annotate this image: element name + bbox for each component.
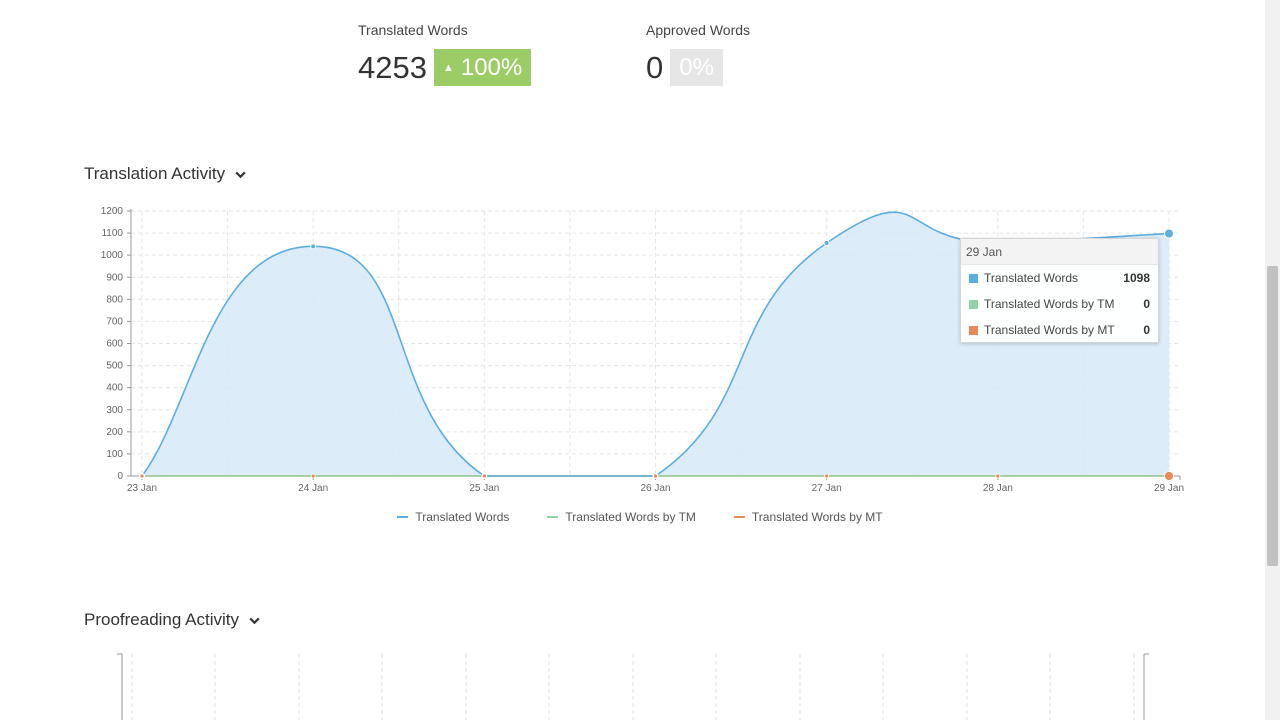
tooltip-row: Translated Words by MT 0 — [961, 317, 1158, 343]
chart-legend: Translated Words Translated Words by TM … — [0, 510, 1280, 524]
legend-line-icon — [397, 516, 409, 518]
y-tick-label: 400 — [106, 383, 123, 394]
data-point — [1164, 471, 1174, 481]
legend-line-icon — [733, 516, 745, 518]
tooltip-swatch — [969, 299, 978, 309]
data-point — [823, 240, 830, 247]
y-tick-label: 700 — [106, 316, 123, 327]
legend-label: Translated Words by TM — [565, 510, 696, 524]
x-tick-label: 28 Jan — [983, 483, 1013, 494]
tooltip-row: Translated Words 1098 — [961, 265, 1158, 291]
tooltip-series-value: 0 — [1143, 297, 1150, 311]
proofreading-activity-title: Proofreading Activity — [84, 610, 239, 629]
data-point — [310, 243, 317, 250]
tooltip-series-value: 1098 — [1123, 271, 1150, 285]
data-point — [1164, 228, 1174, 239]
y-tick-label: 300 — [106, 405, 123, 416]
y-tick-label: 1100 — [101, 228, 123, 239]
legend-line-icon — [547, 516, 559, 518]
tooltip-row: Translated Words by TM 0 — [961, 291, 1158, 317]
y-tick-label: 100 — [106, 449, 123, 460]
tooltip-series-name: Translated Words by MT — [984, 323, 1115, 337]
y-tick-label: 200 — [106, 427, 123, 438]
x-tick-label: 25 Jan — [469, 483, 499, 494]
tooltip-swatch — [969, 325, 978, 335]
tooltip-series-name: Translated Words by TM — [984, 297, 1115, 311]
tooltip-swatch — [969, 273, 978, 283]
y-tick-label: 1200 — [101, 206, 124, 217]
page-scrollbar[interactable] — [1265, 0, 1280, 720]
legend-label: Translated Words by MT — [751, 510, 883, 524]
x-tick-label: 26 Jan — [640, 483, 670, 494]
y-tick-label: 500 — [106, 361, 123, 372]
data-point — [653, 473, 658, 479]
x-tick-label: 24 Jan — [298, 483, 328, 494]
y-tick-label: 900 — [106, 272, 123, 283]
data-point — [310, 473, 316, 479]
legend-item-mt[interactable]: Translated Words by MT — [733, 510, 883, 524]
data-point — [481, 473, 487, 479]
proofreading-activity-toggle[interactable]: Proofreading Activity — [84, 610, 261, 630]
chart-tooltip: 29 Jan Translated Words 1098 Translated … — [960, 238, 1159, 343]
y-tick-label: 600 — [106, 339, 123, 350]
data-point — [139, 473, 145, 479]
x-tick-label: 27 Jan — [812, 483, 842, 494]
chevron-down-icon — [249, 617, 260, 624]
y-tick-label: 800 — [106, 294, 123, 305]
y-tick-label: 1000 — [101, 250, 124, 261]
legend-label: Translated Words — [415, 510, 510, 524]
legend-item-tm[interactable]: Translated Words by TM — [547, 510, 696, 524]
x-tick-label: 23 Jan — [127, 483, 157, 494]
data-point — [824, 473, 830, 479]
y-tick-label: 0 — [117, 471, 123, 482]
tooltip-series-name: Translated Words — [984, 271, 1079, 285]
proofreading-activity-chart — [117, 653, 1149, 720]
scrollbar-thumb[interactable] — [1267, 266, 1278, 566]
tooltip-date: 29 Jan — [961, 239, 1158, 265]
tooltip-series-value: 0 — [1143, 323, 1150, 337]
data-point — [995, 473, 1001, 479]
x-tick-label: 29 Jan — [1154, 483, 1184, 494]
legend-item-translated[interactable]: Translated Words — [397, 510, 509, 524]
